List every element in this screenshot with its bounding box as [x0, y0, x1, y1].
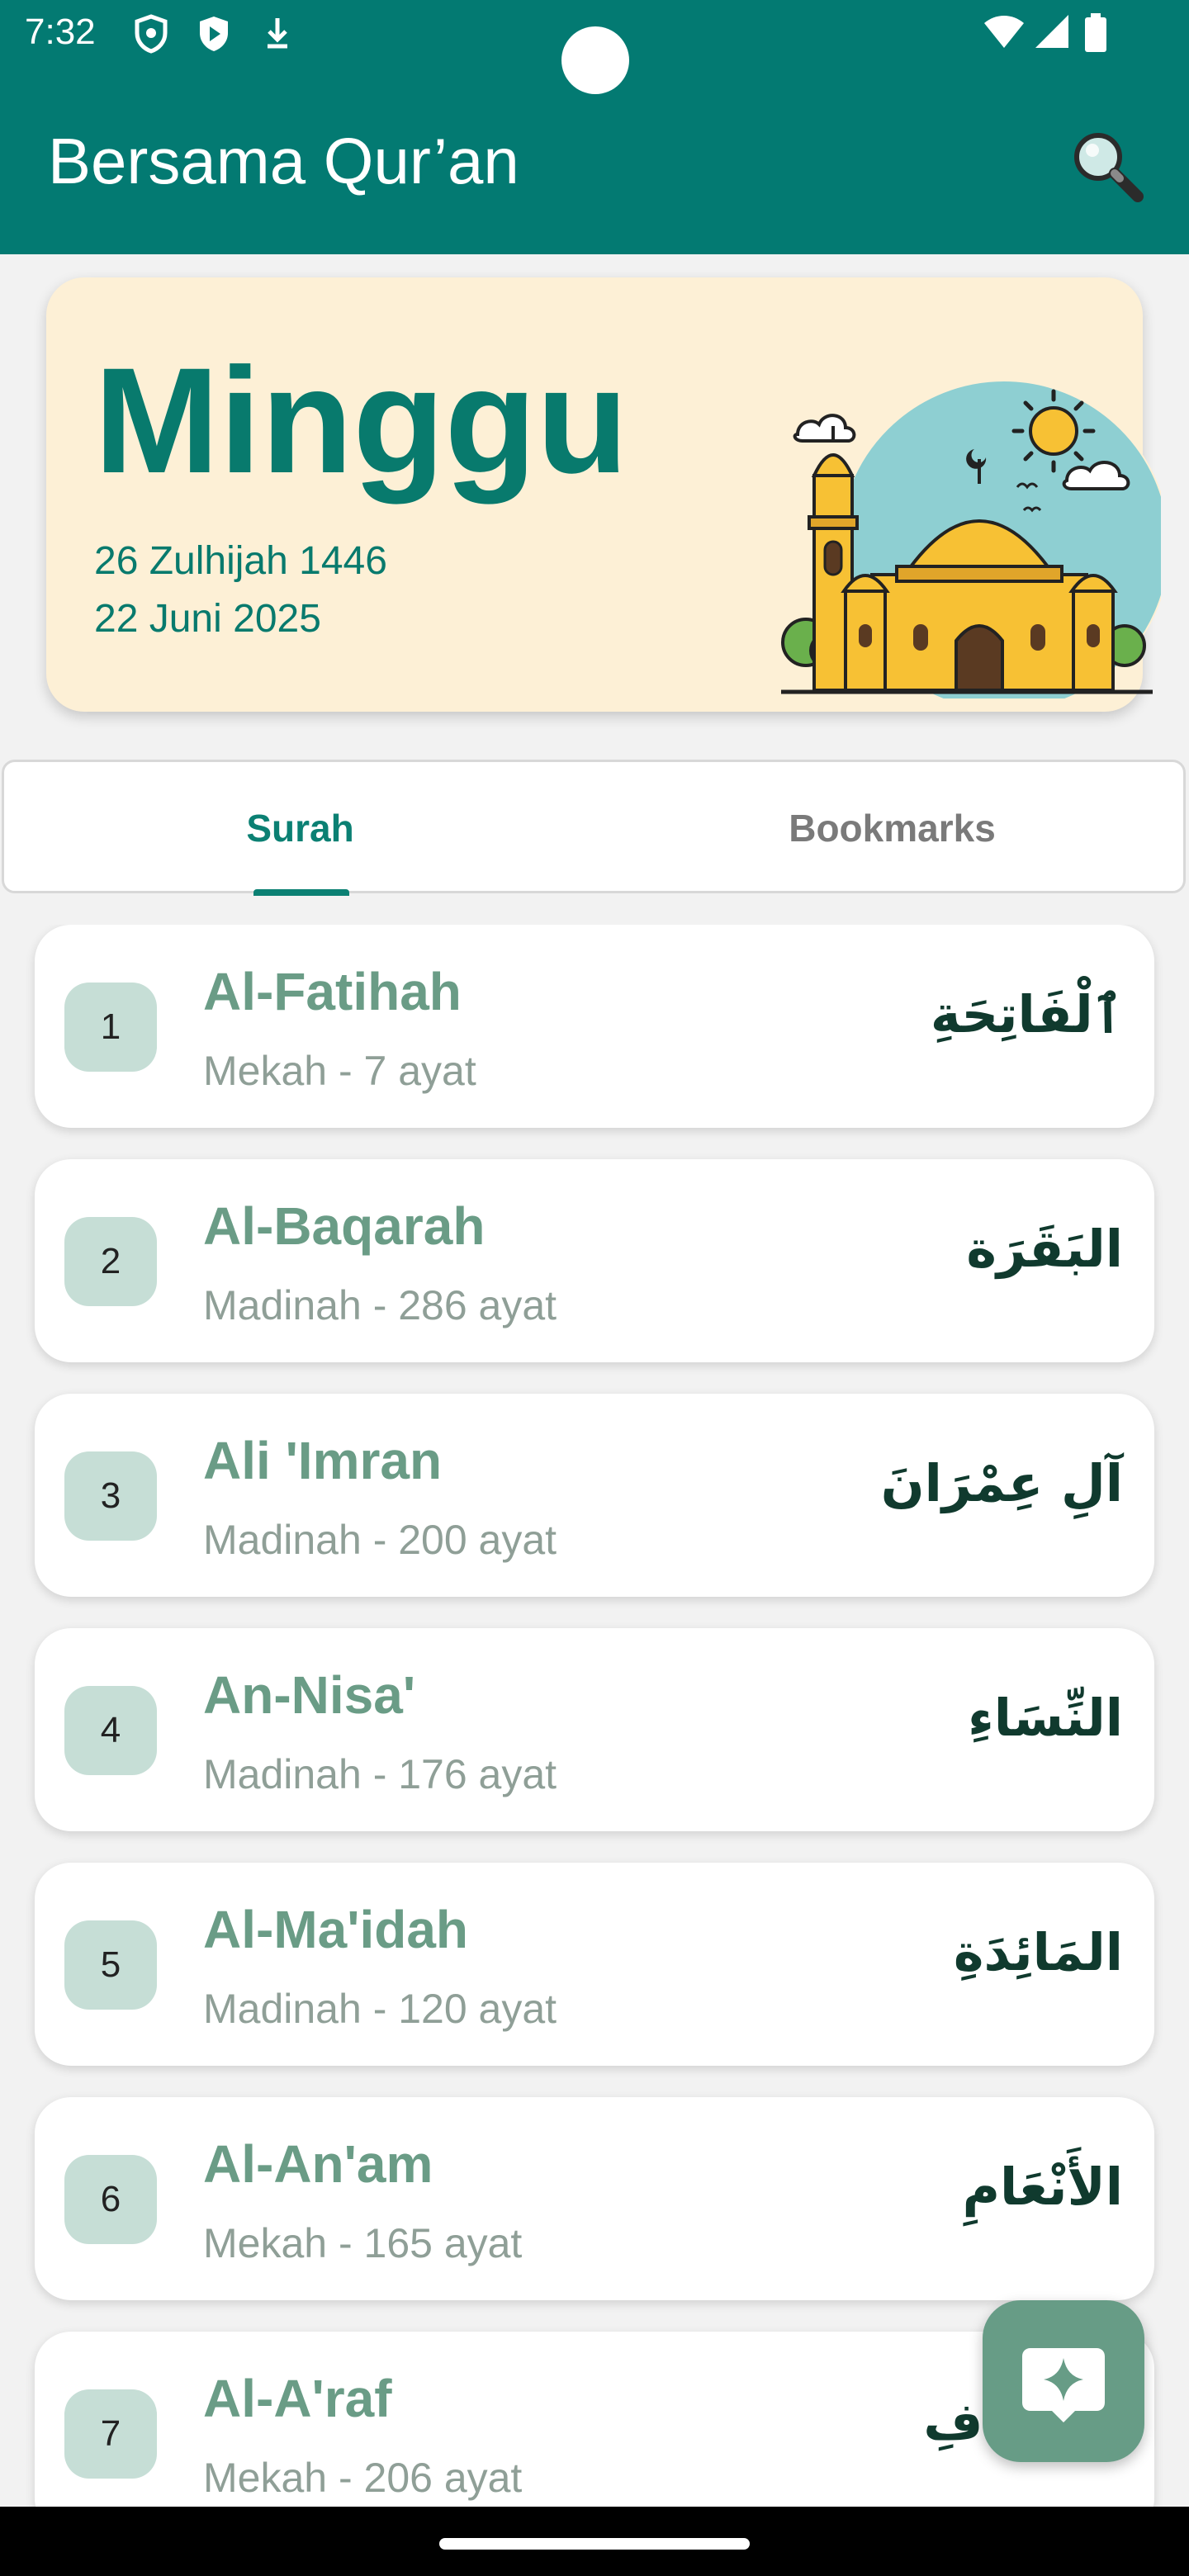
surah-name: Al-Ma'idah — [203, 1900, 468, 1959]
surah-list[interactable]: 1 Al-Fatihah Mekah - 7 ayat ٱلْفَاتِحَةِ… — [0, 925, 1189, 2507]
surah-name: Al-Baqarah — [203, 1196, 486, 1256]
download-icon — [268, 18, 287, 49]
surah-number: 7 — [64, 2389, 157, 2479]
surah-name: Al-An'am — [203, 2134, 433, 2194]
surah-meta: Mekah - 165 ayat — [203, 2220, 523, 2266]
surah-meta: Mekah - 7 ayat — [203, 1048, 476, 1094]
surah-card[interactable]: 3 Ali 'Imran Madinah - 200 ayat آلِ عِمْ… — [35, 1394, 1154, 1597]
day-card: Minggu 26 Zulhijah 1446 22 Juni 2025 — [46, 277, 1161, 712]
surah-arabic-name: النِّسَاءِ — [968, 1688, 1123, 1748]
status-time: 7:32 — [25, 12, 96, 52]
battery-icon — [1085, 13, 1106, 52]
camera-cutout — [561, 26, 629, 94]
search-button[interactable] — [1065, 124, 1148, 206]
day-name: Minggu — [94, 336, 628, 504]
app-bar: 7:32 Bersama Qur’an — [0, 0, 1189, 254]
surah-card[interactable]: 1 Al-Fatihah Mekah - 7 ayat ٱلْفَاتِحَةِ — [35, 925, 1154, 1128]
surah-name: Al-A'raf — [203, 2369, 392, 2428]
surah-card[interactable]: 5 Al-Ma'idah Madinah - 120 ayat المَائِد… — [35, 1863, 1154, 2066]
chat-sparkle-icon — [1022, 2348, 1105, 2422]
surah-number: 5 — [64, 1920, 157, 2010]
home-gesture-handle[interactable] — [439, 2538, 750, 2550]
surah-name: Al-Fatihah — [203, 962, 462, 1021]
surah-number: 2 — [64, 1217, 157, 1306]
shield-outline-icon — [135, 14, 168, 54]
surah-number: 3 — [64, 1451, 157, 1541]
tab-bookmarks[interactable]: Bookmarks — [596, 762, 1188, 891]
surah-arabic-name: البَقَرَة — [966, 1219, 1123, 1279]
surah-arabic-name: المَائِدَةِ — [953, 1922, 1123, 1982]
wifi-icon — [984, 16, 1024, 48]
mosque-illustration — [781, 380, 1161, 698]
surah-meta: Madinah - 176 ayat — [203, 1751, 557, 1797]
shield-play-icon — [200, 17, 228, 51]
surah-meta: Madinah - 286 ayat — [203, 1282, 557, 1328]
surah-arabic-name: ٱلْفَاتِحَةِ — [930, 984, 1123, 1044]
search-icon — [1074, 133, 1144, 202]
surah-number: 6 — [64, 2155, 157, 2244]
surah-card[interactable]: 2 Al-Baqarah Madinah - 286 ayat البَقَرَ… — [35, 1159, 1154, 1362]
surah-name: An-Nisa' — [203, 1665, 416, 1725]
app-title: Bersama Qur’an — [48, 125, 519, 197]
surah-card[interactable]: 6 Al-An'am Mekah - 165 ayat الأَنْعَامِ — [35, 2097, 1154, 2300]
surah-arabic-name: الأَنْعَامِ — [962, 2157, 1123, 2217]
signal-icon — [1035, 15, 1068, 48]
surah-meta: Mekah - 206 ayat — [203, 2455, 523, 2501]
system-nav-bar — [0, 2507, 1189, 2576]
surah-meta: Madinah - 120 ayat — [203, 1986, 557, 2032]
hijri-date: 26 Zulhijah 1446 — [94, 539, 387, 583]
tab-bar: Surah Bookmarks — [2, 760, 1188, 896]
surah-meta: Madinah - 200 ayat — [203, 1517, 557, 1563]
gregorian-date: 22 Juni 2025 — [94, 597, 321, 641]
tab-indicator — [253, 889, 349, 896]
surah-card[interactable]: 4 An-Nisa' Madinah - 176 ayat النِّسَاءِ — [35, 1628, 1154, 1831]
surah-name: Ali 'Imran — [203, 1431, 443, 1490]
surah-number: 1 — [64, 983, 157, 1072]
surah-arabic-name: آلِ عِمْرَانَ — [880, 1453, 1123, 1513]
tab-surah[interactable]: Surah — [4, 762, 596, 891]
chat-fab-button[interactable] — [983, 2300, 1144, 2462]
surah-number: 4 — [64, 1686, 157, 1775]
